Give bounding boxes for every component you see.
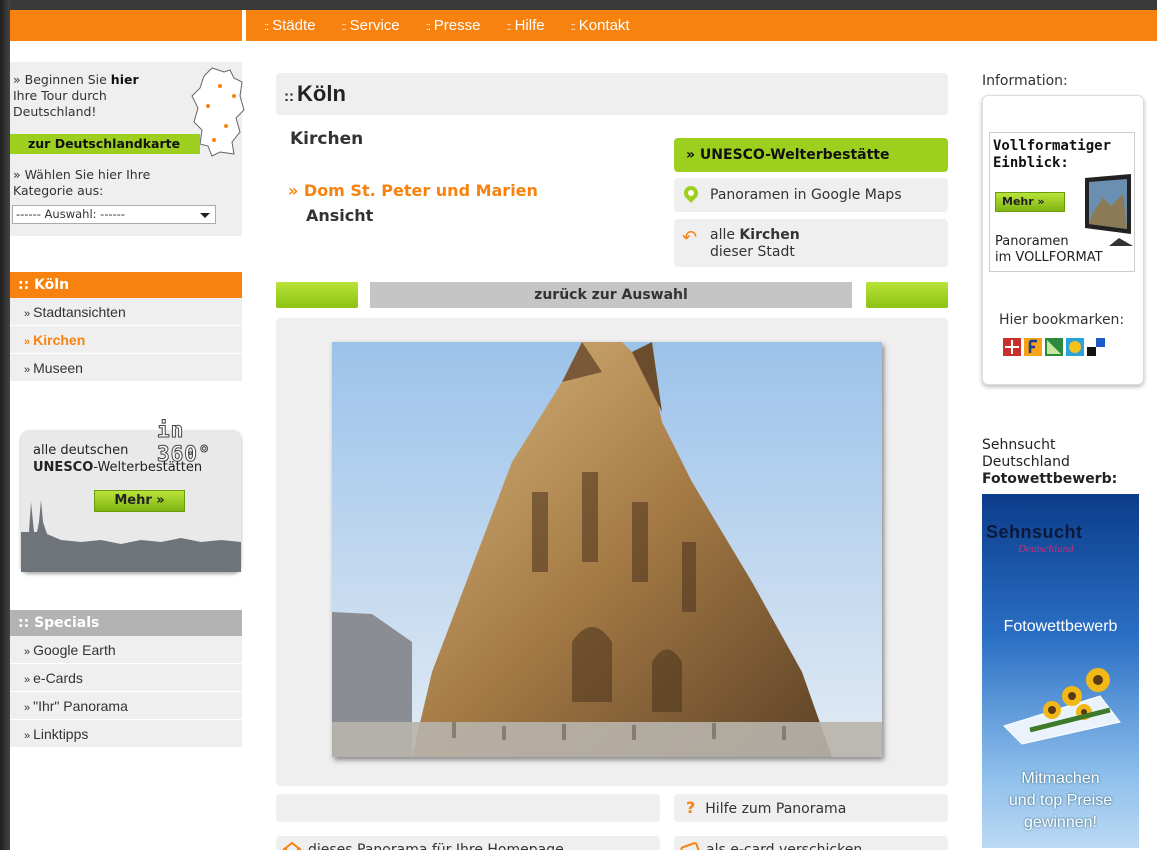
panorama-viewer[interactable]	[332, 342, 882, 757]
chevron-down-icon	[200, 213, 210, 218]
banner-subtitle: Deutschland	[1018, 543, 1074, 555]
panorama-container	[276, 318, 948, 786]
bookmark-delicious-icon[interactable]	[1003, 338, 1021, 356]
bookmark-squares-icon[interactable]	[1087, 338, 1105, 356]
sidebar-item-google-earth[interactable]: » Google Earth	[10, 636, 242, 664]
category-select[interactable]: ------ Auswahl: ------	[12, 205, 216, 224]
unesco-welterbe-button[interactable]: » UNESCO-Welterbestätte	[674, 138, 948, 172]
bookmark-f-icon[interactable]	[1024, 338, 1042, 356]
tour-box: » Beginnen Sie hier Ihre Tour durch Deut…	[10, 62, 245, 236]
right-sidebar: Information: Vollformatiger Einblick: Me…	[982, 73, 1157, 848]
category-title: Kirchen	[290, 129, 364, 149]
map-pin-icon	[681, 183, 701, 203]
homepage-embed-button[interactable]: dieses Panorama für Ihre Homepage	[276, 836, 660, 850]
banner-contest-text: Fotowettbewerb	[1003, 618, 1118, 635]
sidebar-item-stadtansichten[interactable]: » Stadtansichten	[10, 298, 242, 326]
bookmark-label: Hier bookmarken:	[999, 312, 1125, 328]
back-to-selection-button[interactable]: zurück zur Auswahl	[370, 282, 852, 308]
photo-contest-banner[interactable]: Sehnsucht Deutschland Fotowettbewerb Mit…	[982, 494, 1139, 848]
tour-text: » Beginnen Sie hier Ihre Tour durch Deut…	[13, 72, 139, 119]
nav-presse[interactable]: :: Presse	[426, 17, 481, 34]
top-navigation: :: Städte :: Service :: Presse :: Hilfe :: Ko…	[246, 10, 1157, 41]
window-frame-top	[0, 0, 1157, 10]
empty-bar	[276, 794, 660, 822]
ansicht-label: Ansicht	[306, 206, 374, 225]
banner-cta: Mitmachen und top Preise gewinnen!	[1008, 770, 1113, 831]
sunflower-image	[1003, 668, 1121, 745]
information-label: Information:	[982, 73, 1068, 89]
ecard-icon	[680, 842, 700, 850]
fullformat-more-button[interactable]: Mehr »	[995, 192, 1065, 212]
bookmark-o-icon[interactable]	[1066, 338, 1084, 356]
page: :: Städte :: Service :: Presse :: Hilfe :: Ko…	[10, 10, 1157, 850]
back-row: zurück zur Auswahl	[276, 282, 948, 308]
google-maps-button[interactable]: Panoramen in Google Maps	[674, 178, 948, 212]
main-content: :: Köln Kirchen » Dom St. Peter und Marie…	[276, 73, 948, 850]
left-sidebar: » Beginnen Sie hier Ihre Tour durch Deut…	[10, 62, 245, 748]
sidebar-item-museen[interactable]: » Museen	[10, 354, 242, 382]
sidebar-item-ecards[interactable]: » e-Cards	[10, 664, 242, 692]
category-text: » Wählen Sie hier Ihre Kategorie aus:	[13, 167, 151, 198]
bookmark-icons	[1003, 338, 1105, 356]
all-churches-button[interactable]: ↶ alle Kirchen dieser Stadt	[674, 219, 948, 267]
dom-link[interactable]: » Dom St. Peter und Marien	[288, 181, 538, 200]
fullformat-title: Vollformatiger Einblick:	[993, 138, 1112, 171]
return-arrow-icon: ↶	[682, 227, 698, 248]
fullformat-subtitle: Panoramen im VOLLFORMAT	[995, 234, 1103, 265]
page-title: :: Köln	[276, 73, 948, 115]
unesco-text: alle deutschen UNESCO-Welterbestätten	[33, 443, 203, 475]
prev-button[interactable]	[276, 282, 358, 308]
send-ecard-button[interactable]: als e-card verschicken	[674, 836, 948, 850]
bookmark-green-icon[interactable]	[1045, 338, 1063, 356]
contest-label: Sehnsucht Deutschland Fotowettbewerb:	[982, 437, 1118, 487]
topnav-left-strip	[10, 10, 242, 41]
specials-heading: :: Specials	[10, 610, 242, 636]
city-heading: :: Köln	[10, 272, 242, 298]
germany-map-button[interactable]: zur Deutschlandkarte	[10, 134, 200, 154]
info-card: Vollformatiger Einblick: Mehr » Panorame…	[982, 95, 1144, 385]
nav-hilfe[interactable]: :: Hilfe	[506, 17, 544, 34]
banner-title: Sehnsucht	[986, 522, 1083, 542]
cathedral-image	[332, 342, 882, 757]
cologne-skyline-image	[21, 500, 241, 572]
home-icon	[282, 842, 302, 850]
question-icon: ?	[686, 798, 696, 817]
next-button[interactable]	[866, 282, 948, 308]
help-panorama-button[interactable]: ? Hilfe zum Panorama	[674, 794, 948, 822]
sidebar-item-linktipps[interactable]: » Linktipps	[10, 720, 242, 748]
sidebar-item-kirchen[interactable]: » Kirchen	[10, 326, 242, 354]
nav-kontakt[interactable]: :: Kontakt	[571, 17, 630, 34]
nav-staedte[interactable]: :: Städte	[264, 17, 316, 34]
nav-service[interactable]: :: Service	[342, 17, 400, 34]
unesco-card[interactable]: in 360° alle deutschen UNESCO-Welterbest…	[21, 418, 241, 572]
sidebar-item-ihr-panorama[interactable]: » "Ihr" Panorama	[10, 692, 242, 720]
window-frame-left	[0, 0, 10, 850]
